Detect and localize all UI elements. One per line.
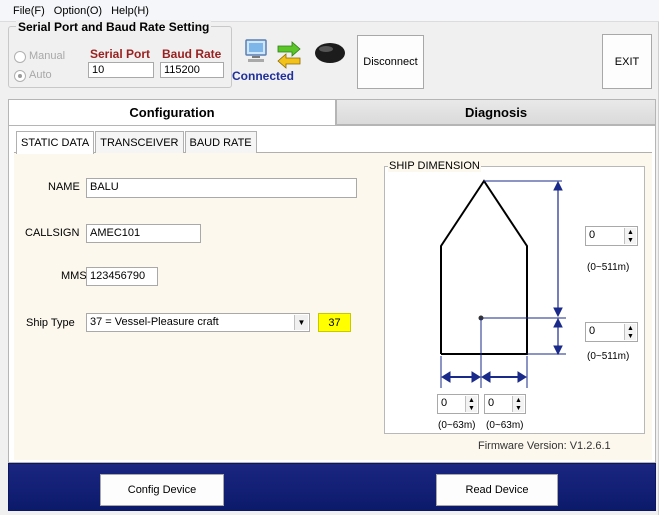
baud-rate-field[interactable]: 115200	[160, 62, 224, 78]
tab-baud-rate[interactable]: BAUD RATE	[184, 131, 257, 153]
tab-transceiver[interactable]: TRANSCEIVER	[95, 131, 184, 153]
menu-bar: File(F) Option(O) Help(H)	[0, 0, 659, 22]
firmware-version: Firmware Version: V1.2.6.1	[478, 440, 611, 452]
ship-type-label: Ship Type	[26, 317, 75, 329]
transfer-arrows-icon	[277, 41, 301, 69]
sub-tab-bar: STATIC DATA TRANSCEIVER BAUD RATE	[16, 131, 258, 154]
ship-hull-outline	[440, 179, 528, 355]
ship-type-select[interactable]: 37 = Vessel-Pleasure craft	[86, 313, 310, 332]
dimension-b-spinner[interactable]: 0 ▲ ▼	[585, 322, 638, 342]
tab-diagnosis[interactable]: Diagnosis	[336, 99, 656, 125]
dimension-c-arrow	[441, 371, 481, 383]
dimension-a-spinner[interactable]: 0 ▲ ▼	[585, 226, 638, 246]
menu-option[interactable]: Option(O)	[54, 5, 102, 17]
baud-rate-label: Baud Rate	[162, 47, 222, 61]
callsign-label: CALLSIGN	[25, 227, 80, 239]
dimension-b-range: (0~511m)	[587, 351, 630, 362]
dimension-c-spinner[interactable]: 0 ▲ ▼	[437, 394, 479, 414]
spin-up-icon[interactable]: ▲	[627, 325, 634, 332]
connection-status-text: Connected	[232, 69, 295, 83]
dimension-a-arrow	[553, 180, 563, 318]
exit-button[interactable]: EXIT	[602, 34, 652, 89]
serial-port-field[interactable]: 10	[88, 62, 154, 78]
name-input[interactable]: BALU	[86, 178, 357, 198]
auto-radio[interactable]	[14, 70, 26, 82]
dimension-d-spinner[interactable]: 0 ▲ ▼	[484, 394, 526, 414]
serial-port-label: Serial Port	[90, 47, 151, 61]
spin-up-icon[interactable]: ▲	[468, 397, 475, 404]
chevron-down-icon[interactable]: ▼	[294, 315, 308, 330]
auto-radio-label: Auto	[29, 69, 52, 81]
read-device-button[interactable]: Read Device	[436, 474, 558, 506]
manual-radio[interactable]	[14, 51, 26, 63]
dimension-c-range: (0~63m)	[438, 420, 476, 431]
serial-settings-title: Serial Port and Baud Rate Setting	[16, 20, 212, 34]
tab-configuration[interactable]: Configuration	[8, 99, 336, 125]
ship-type-code-badge: 37	[318, 313, 351, 332]
menu-help[interactable]: Help(H)	[111, 5, 149, 17]
callsign-input[interactable]: AMEC101	[86, 224, 201, 243]
dimension-d-arrow	[481, 371, 527, 383]
spin-down-icon[interactable]: ▼	[468, 405, 475, 412]
dimension-b-arrow	[553, 317, 563, 356]
tab-static-data[interactable]: STATIC DATA	[16, 131, 95, 154]
mmsi-input[interactable]: 123456790	[86, 267, 158, 286]
dimension-b-value: 0	[589, 325, 596, 337]
manual-radio-label: Manual	[29, 50, 66, 62]
disconnect-button[interactable]: Disconnect	[357, 35, 424, 89]
config-device-button[interactable]: Config Device	[100, 474, 224, 506]
spin-down-icon[interactable]: ▼	[627, 333, 634, 340]
dimension-a-value: 0	[589, 229, 596, 241]
dimension-d-value: 0	[488, 397, 495, 409]
dimension-d-range: (0~63m)	[486, 420, 524, 431]
dimension-c-value: 0	[441, 397, 448, 409]
menu-file[interactable]: File(F)	[13, 5, 45, 17]
connection-status-icon	[245, 39, 345, 69]
computer-icon	[245, 39, 267, 62]
spin-down-icon[interactable]: ▼	[627, 237, 634, 244]
dimension-a-range: (0~511m)	[587, 262, 630, 273]
spin-down-icon[interactable]: ▼	[515, 405, 522, 412]
spin-up-icon[interactable]: ▲	[627, 229, 634, 236]
device-icon	[315, 43, 345, 63]
main-tab-bar: Configuration Diagnosis	[8, 99, 656, 125]
name-label: NAME	[48, 181, 80, 193]
spin-up-icon[interactable]: ▲	[515, 397, 522, 404]
